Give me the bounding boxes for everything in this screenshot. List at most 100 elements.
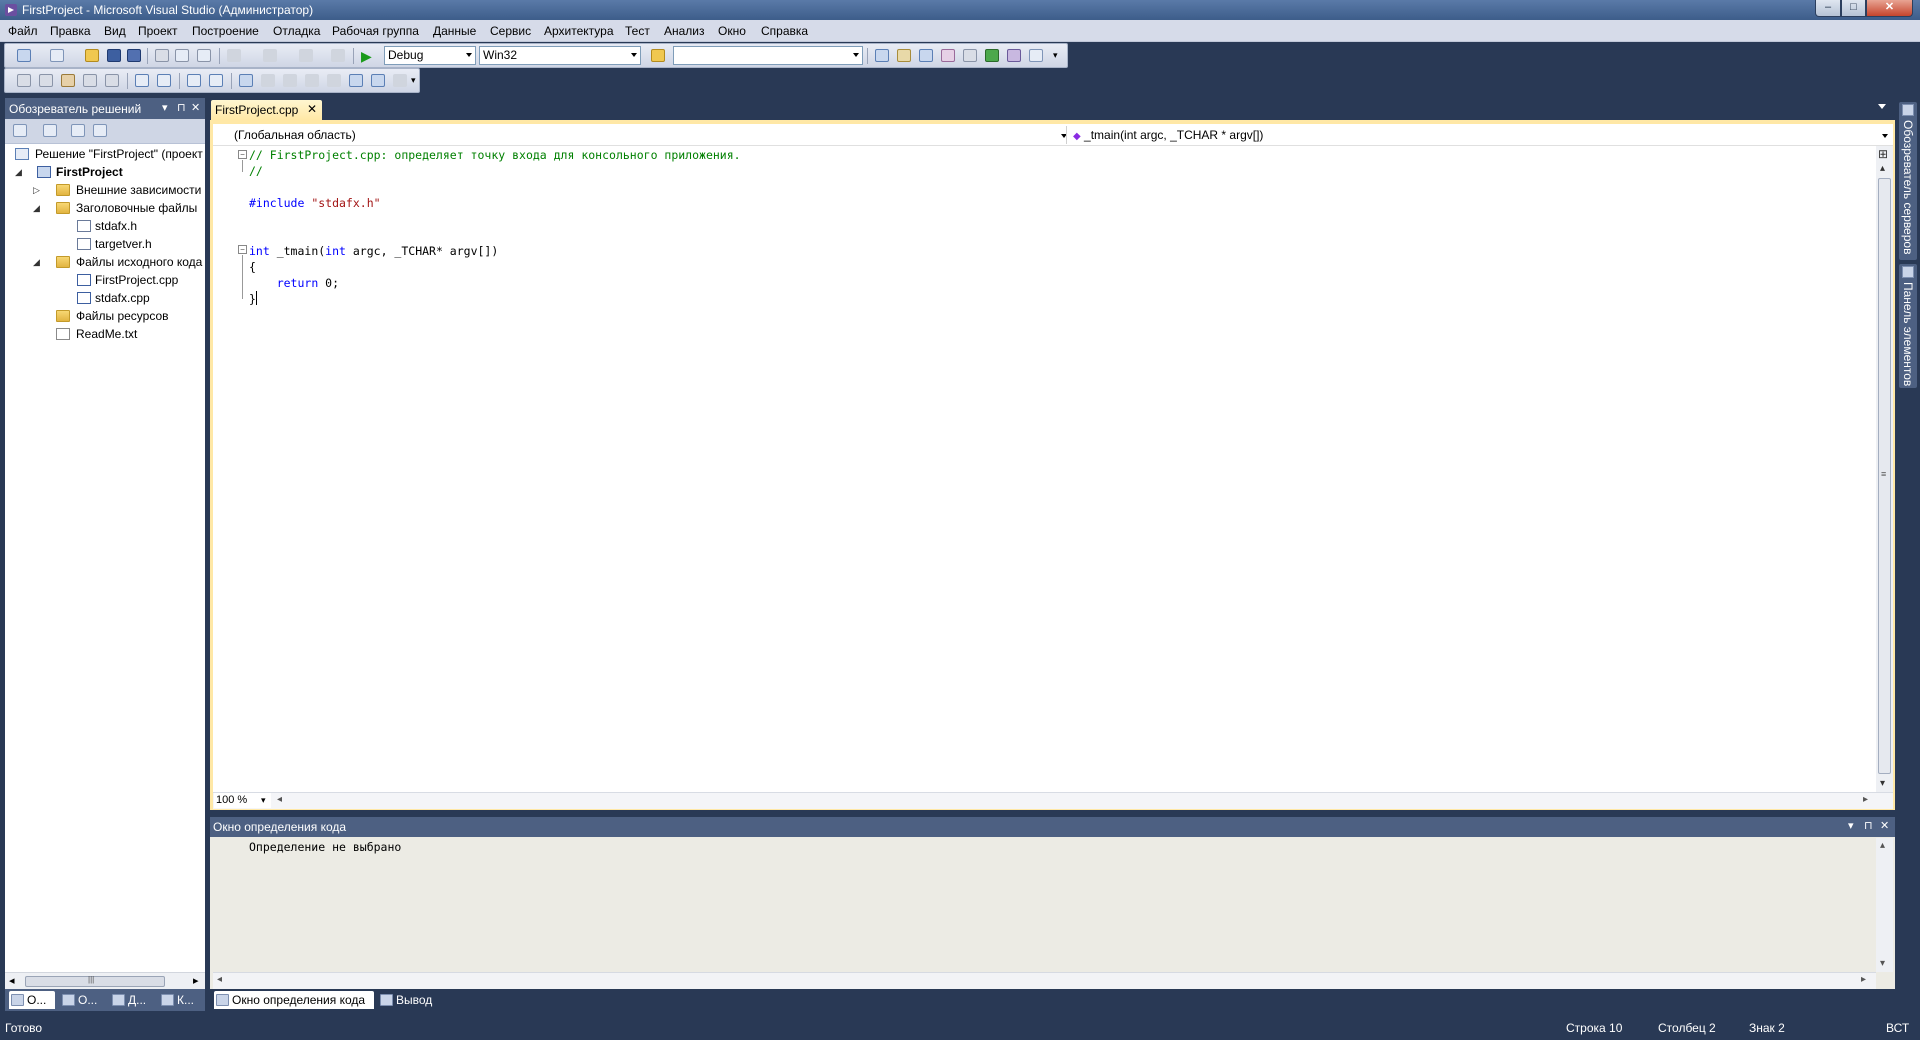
extension-manager-icon[interactable] (1007, 49, 1021, 62)
toolbar-overflow-icon[interactable]: ▾ (411, 75, 416, 86)
toolbar-overflow-icon[interactable]: ▾ (1053, 50, 1058, 61)
menu-debug[interactable]: Отладка (273, 24, 320, 38)
document-list-dropdown-icon[interactable] (1878, 104, 1886, 109)
find-combo[interactable] (673, 46, 863, 65)
menu-help[interactable]: Справка (761, 24, 808, 38)
tab-solution-explorer[interactable]: О... (9, 991, 55, 1009)
previous-bookmark-document-icon[interactable] (349, 74, 363, 87)
close-window-button[interactable]: ✕ (1866, 0, 1913, 17)
scroll-up-icon[interactable]: ▴ (1880, 163, 1885, 174)
previous-bookmark-icon[interactable] (261, 74, 275, 87)
object-member-list-icon[interactable] (17, 74, 31, 87)
class-view-icon[interactable] (93, 124, 107, 137)
tab-output[interactable]: Вывод (378, 991, 448, 1009)
toolbox-icon[interactable] (941, 49, 955, 62)
scroll-left-icon[interactable]: ◂ (277, 794, 282, 805)
tab-toolbox[interactable]: Панель элементов (1899, 264, 1917, 388)
minimize-button[interactable]: – (1815, 0, 1841, 17)
menu-window[interactable]: Окно (718, 24, 746, 38)
menu-tools[interactable]: Сервис (490, 24, 531, 38)
paste-icon[interactable] (197, 49, 211, 62)
save-icon[interactable] (107, 49, 121, 62)
menu-team[interactable]: Рабочая группа (332, 24, 419, 38)
scroll-right-icon[interactable]: ▸ (1861, 974, 1866, 985)
pin-icon[interactable]: ⊓ (177, 101, 186, 114)
panel-dropdown-button[interactable]: ▾ (162, 101, 168, 114)
configuration-combo[interactable]: Debug (384, 46, 476, 65)
zoom-combo[interactable]: 100 % ▾ (214, 793, 271, 808)
toggle-bookmark-icon[interactable] (239, 74, 253, 87)
uncomment-icon[interactable] (209, 74, 223, 87)
save-all-icon[interactable] (127, 49, 141, 62)
redo-icon[interactable] (263, 49, 277, 62)
tab-server-explorer[interactable]: Обозреватель серверов (1899, 102, 1917, 260)
cut-icon[interactable] (155, 49, 169, 62)
scroll-left-icon[interactable]: ◂ (9, 974, 15, 987)
next-bookmark-icon[interactable] (283, 74, 297, 87)
menu-edit[interactable]: Правка (50, 24, 91, 38)
command-window-icon[interactable] (1029, 49, 1043, 62)
scrollbar-thumb[interactable]: ≡ (1878, 178, 1891, 774)
find-in-files-icon[interactable] (651, 49, 665, 62)
expand-arrow-icon[interactable]: ◢ (33, 199, 43, 217)
new-project-icon[interactable] (17, 49, 31, 62)
menu-build[interactable]: Построение (192, 24, 259, 38)
complete-word-icon[interactable] (83, 74, 97, 87)
expand-arrow-icon[interactable]: ▷ (33, 181, 43, 199)
menu-test[interactable]: Тест (625, 24, 650, 38)
platform-combo[interactable]: Win32 (479, 46, 641, 65)
scope-combo[interactable]: (Глобальная область) (234, 126, 1067, 144)
start-debugging-icon[interactable]: ▶ (361, 48, 372, 65)
navigate-forward-icon[interactable] (331, 49, 345, 62)
clear-bookmarks-icon[interactable] (393, 74, 407, 87)
expand-arrow-icon[interactable]: ◢ (33, 253, 43, 271)
properties-icon[interactable] (71, 124, 85, 137)
menu-file[interactable]: Файл (8, 24, 38, 38)
navigate-backward-icon[interactable] (299, 49, 313, 62)
menu-architecture[interactable]: Архитектура (544, 24, 614, 38)
decrease-indent-icon[interactable] (135, 74, 149, 87)
add-item-icon[interactable] (50, 49, 64, 62)
tree-item-solution[interactable]: Решение "FirstProject" (проект: 1) (15, 145, 203, 163)
scroll-up-icon[interactable]: ▴ (1880, 840, 1885, 851)
tab-firstproject-cpp[interactable]: FirstProject.cpp ✕ (211, 100, 322, 120)
tab-class-view[interactable]: О... (60, 991, 104, 1009)
expand-arrow-icon[interactable]: ◢ (15, 163, 25, 181)
tab-team-explorer[interactable]: К... (159, 991, 203, 1009)
scroll-left-icon[interactable]: ◂ (217, 974, 222, 985)
split-window-icon[interactable]: ⊞ (1878, 147, 1888, 161)
maximize-button[interactable]: □ (1841, 0, 1866, 17)
increase-indent-icon[interactable] (157, 74, 171, 87)
tab-code-definition[interactable]: Окно определения кода (214, 991, 374, 1009)
comment-out-icon[interactable] (187, 74, 201, 87)
collapse-region-icon[interactable]: − (238, 245, 247, 254)
member-combo[interactable]: ◆ _tmain(int argc, _TCHAR * argv[]) (1066, 126, 1891, 144)
object-browser-icon[interactable] (919, 49, 933, 62)
editor-vscrollbar[interactable]: ⊞ ▴ ≡ ▾ (1876, 146, 1893, 792)
copy-icon[interactable] (175, 49, 189, 62)
code-definition-vscrollbar[interactable]: ▴ ▾ (1876, 838, 1893, 972)
start-page-icon[interactable] (985, 49, 999, 62)
display-word-completion-icon[interactable] (105, 74, 119, 87)
pin-icon[interactable]: ⊓ (1864, 819, 1873, 832)
next-bookmark-document-icon[interactable] (371, 74, 385, 87)
tools-icon[interactable] (963, 49, 977, 62)
scroll-right-icon[interactable]: ▸ (1863, 794, 1868, 805)
close-tab-icon[interactable]: ✕ (307, 102, 317, 116)
collapse-region-icon[interactable]: − (238, 150, 247, 159)
open-file-icon[interactable] (85, 49, 99, 62)
solution-explorer-hscrollbar[interactable]: ◂ ||| ▸ (5, 972, 205, 989)
scroll-down-icon[interactable]: ▾ (1880, 778, 1885, 789)
menu-project[interactable]: Проект (138, 24, 178, 38)
scroll-down-icon[interactable]: ▾ (1880, 958, 1885, 969)
code-definition-hscrollbar[interactable]: ◂ ▸ (213, 972, 1876, 989)
menu-analyze[interactable]: Анализ (664, 24, 705, 38)
next-bookmark-folder-icon[interactable] (327, 74, 341, 87)
menu-data[interactable]: Данные (433, 24, 476, 38)
menu-view[interactable]: Вид (104, 24, 126, 38)
close-panel-button[interactable]: ✕ (1880, 819, 1889, 832)
parameter-info-icon[interactable] (39, 74, 53, 87)
panel-dropdown-button[interactable]: ▾ (1848, 819, 1854, 832)
scrollbar-thumb[interactable]: ||| (25, 975, 165, 987)
undo-icon[interactable] (227, 49, 241, 62)
